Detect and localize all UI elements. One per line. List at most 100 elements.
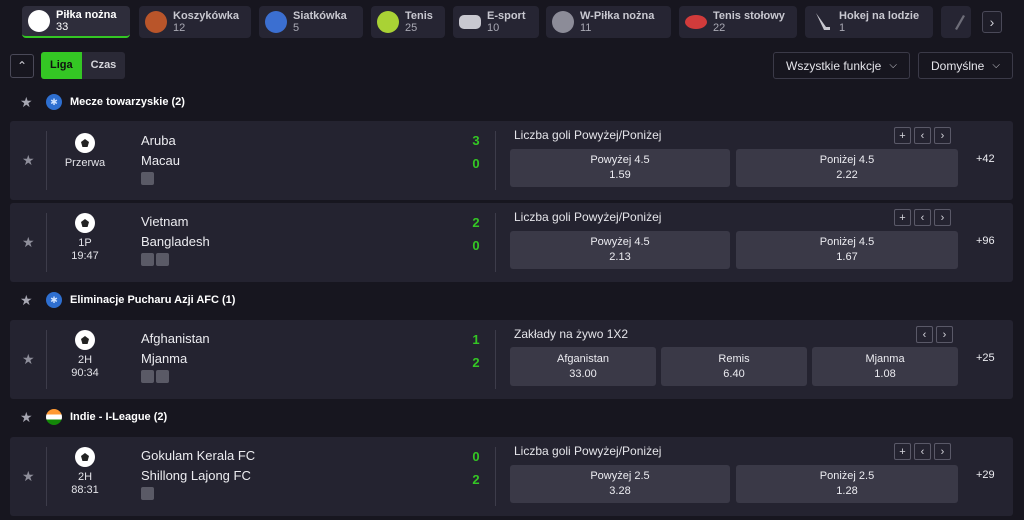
- odds-value: 3.28: [609, 485, 631, 497]
- star-icon[interactable]: ★: [20, 94, 38, 111]
- market-controls: ‹ ›: [916, 326, 953, 343]
- sport-count: 11: [580, 22, 592, 34]
- tennis-ball-icon: [377, 11, 399, 33]
- sport-tab-tennis[interactable]: Tenis 25: [371, 6, 445, 38]
- collapse-all-button[interactable]: ⌃: [10, 54, 34, 78]
- sport-tab-basketball[interactable]: Koszykówka 12: [139, 6, 251, 38]
- stats-icon: [141, 370, 154, 383]
- divider: [495, 447, 496, 506]
- chevron-right-icon[interactable]: ›: [936, 326, 953, 343]
- plus-icon[interactable]: +: [894, 209, 911, 226]
- star-icon[interactable]: ★: [22, 351, 35, 368]
- match-clock: 90:34: [71, 367, 99, 379]
- features-dropdown[interactable]: Wszystkie funkcje ⌵: [773, 52, 910, 79]
- sport-tab-table-tennis[interactable]: Tenis stołowy 22: [679, 6, 797, 38]
- league-name: Mecze towarzyskie (2): [70, 96, 185, 108]
- chevron-left-icon[interactable]: ‹: [914, 443, 931, 460]
- away-team: Macau: [141, 153, 181, 168]
- plus-icon[interactable]: +: [894, 127, 911, 144]
- away-score: 2: [472, 472, 480, 487]
- chevron-right-icon[interactable]: ›: [934, 127, 951, 144]
- odds-label: Powyżej 4.5: [590, 154, 650, 166]
- odds-button[interactable]: Afganistan 33.00: [510, 347, 656, 386]
- away-team: Bangladesh: [141, 234, 210, 249]
- market-title: Liczba goli Powyżej/Poniżej: [514, 210, 662, 224]
- volleyball-icon: [265, 11, 287, 33]
- divider: [46, 447, 47, 506]
- match-row[interactable]: ★ 1P 19:47 Vietnam Bangladesh 2 0 Liczba…: [10, 203, 1013, 282]
- more-markets-link[interactable]: +42: [976, 153, 995, 165]
- sport-count: 33: [56, 21, 69, 33]
- home-team: Aruba: [141, 133, 176, 148]
- more-markets-link[interactable]: +96: [976, 235, 995, 247]
- star-icon[interactable]: ★: [22, 468, 35, 485]
- odds-button[interactable]: Powyżej 2.5 3.28: [510, 465, 730, 503]
- odds-button[interactable]: Poniżej 2.5 1.28: [736, 465, 958, 503]
- more-markets-link[interactable]: +25: [976, 352, 995, 364]
- star-icon[interactable]: ★: [22, 152, 35, 169]
- features-dropdown-label: Wszystkie funkcje: [786, 58, 882, 73]
- odds-value: 1.59: [609, 169, 631, 181]
- league-header[interactable]: ★ ✱ Eliminacje Pucharu Azji AFC (1): [20, 289, 235, 311]
- divider: [46, 330, 47, 389]
- scores: 1 2: [468, 328, 484, 374]
- odds-button[interactable]: Powyżej 4.5 1.59: [510, 149, 730, 187]
- chevron-left-icon[interactable]: ‹: [916, 326, 933, 343]
- soccer-ball-icon: [75, 447, 95, 467]
- soccer-ball-icon: [28, 10, 50, 32]
- sort-dropdown[interactable]: Domyślne ⌵: [918, 52, 1013, 79]
- more-sports-icon: [947, 11, 969, 33]
- chevron-left-icon[interactable]: ‹: [914, 127, 931, 144]
- odds-button[interactable]: Remis 6.40: [661, 347, 807, 386]
- scores: 3 0: [468, 129, 484, 175]
- chevron-right-icon[interactable]: ›: [934, 209, 951, 226]
- gamepad-icon: [459, 15, 481, 29]
- odds-button[interactable]: Poniżej 4.5 2.22: [736, 149, 958, 187]
- odds-button[interactable]: Powyżej 4.5 2.13: [510, 231, 730, 269]
- market-controls: + ‹ ›: [894, 127, 951, 144]
- star-icon[interactable]: ★: [20, 292, 38, 309]
- sport-count: 25: [405, 22, 418, 34]
- sort-dropdown-label: Domyślne: [931, 58, 985, 73]
- odds-label: Powyżej 2.5: [590, 470, 650, 482]
- sport-tab-virtual-football[interactable]: W-Piłka nożna 11: [546, 6, 671, 38]
- match-row[interactable]: ★ Przerwa Aruba Macau 3 0 Liczba goli Po…: [10, 121, 1013, 200]
- match-period: 1P: [78, 237, 92, 249]
- star-icon[interactable]: ★: [22, 234, 35, 251]
- league-header[interactable]: ★ Indie - I-League (2): [20, 406, 167, 428]
- league-name: Indie - I-League (2): [70, 411, 168, 423]
- odds-label: Remis: [718, 352, 750, 365]
- sport-tab-football[interactable]: Piłka nożna 33: [22, 6, 130, 38]
- market-title: Zakłady na żywo 1X2: [514, 327, 629, 341]
- more-markets-link[interactable]: +29: [976, 469, 995, 481]
- match-row[interactable]: ★ 2H 88:31 Gokulam Kerala FC Shillong La…: [10, 437, 1013, 516]
- league-header[interactable]: ★ ✱ Mecze towarzyskie (2): [20, 91, 185, 113]
- sport-name: W-Piłka nożna: [580, 10, 655, 22]
- sport-tab-volleyball[interactable]: Siatkówka 5: [259, 6, 363, 38]
- sport-tab-overflow[interactable]: [941, 6, 971, 38]
- sport-tab-esport[interactable]: E-sport 10: [453, 6, 539, 38]
- pitch-tracker-icon: [156, 253, 169, 266]
- teams: Afghanistan Mjanma: [141, 329, 210, 383]
- sports-next-button[interactable]: ›: [982, 11, 1002, 33]
- sport-count: 12: [173, 22, 186, 34]
- odds-button[interactable]: Poniżej 4.5 1.67: [736, 231, 958, 269]
- odds-label: Afganistan: [557, 352, 609, 365]
- plus-icon[interactable]: +: [894, 443, 911, 460]
- divider: [495, 131, 496, 190]
- pitch-tracker-icon: [141, 487, 154, 500]
- match-row[interactable]: ★ 2H 90:34 Afghanistan Mjanma 1 2 Zakład…: [10, 320, 1013, 399]
- chevron-right-icon[interactable]: ›: [934, 443, 951, 460]
- teams: Aruba Macau: [141, 131, 180, 185]
- odds-button[interactable]: Mjanma 1.08: [812, 347, 958, 386]
- chevron-left-icon[interactable]: ‹: [914, 209, 931, 226]
- match-clock: 19:47: [71, 250, 99, 262]
- scores: 0 2: [468, 445, 484, 491]
- odds-label: Mjanma: [865, 352, 905, 365]
- tab-czas[interactable]: Czas: [82, 52, 126, 79]
- star-icon[interactable]: ★: [20, 409, 38, 426]
- home-score: 2: [472, 215, 480, 230]
- odds-value: 2.22: [836, 169, 858, 181]
- tab-liga[interactable]: Liga: [41, 52, 82, 79]
- sport-tab-ice-hockey[interactable]: Hokej na lodzie 1: [805, 6, 933, 38]
